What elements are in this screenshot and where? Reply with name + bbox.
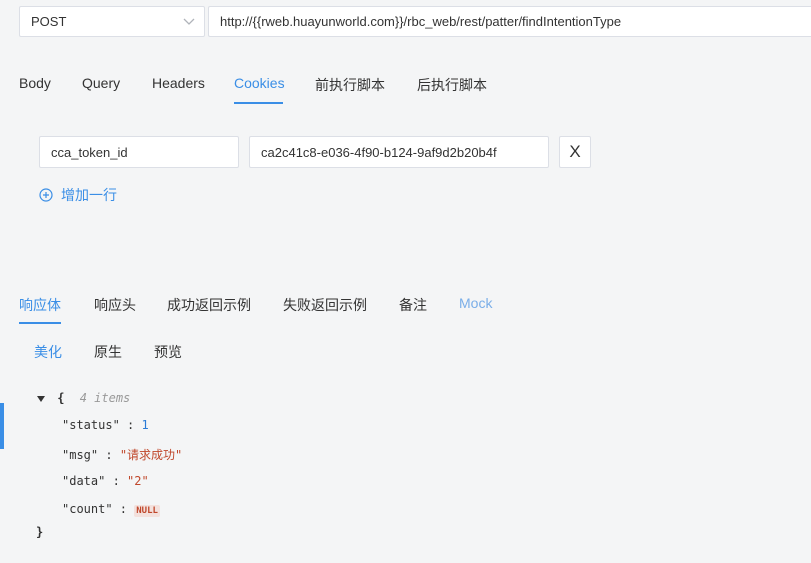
method-value: POST: [31, 14, 67, 29]
tab-beautify[interactable]: 美化: [34, 342, 62, 362]
tab-cookies[interactable]: Cookies: [234, 75, 285, 91]
tab-failure-example[interactable]: 失败返回示例: [283, 295, 367, 315]
tab-response-body[interactable]: 响应体: [19, 295, 61, 315]
add-row-label: 增加一行: [61, 187, 117, 203]
tab-headers[interactable]: Headers: [152, 75, 205, 91]
method-select[interactable]: POST: [19, 6, 205, 37]
json-entry: "count" : NULL: [62, 502, 160, 517]
json-key: "count": [62, 502, 113, 516]
json-key: "data": [62, 474, 106, 488]
json-open-brace: {: [57, 391, 65, 405]
active-tab-indicator: [234, 102, 283, 104]
json-value: 1: [141, 418, 149, 432]
cookie-value-text: ca2c41c8-e036-4f90-b124-9af9d2b20b4f: [261, 144, 497, 160]
collapse-triangle-icon[interactable]: [36, 394, 46, 404]
tab-raw[interactable]: 原生: [94, 342, 122, 362]
json-value: NULL: [134, 505, 160, 517]
response-tab-indicator: [19, 322, 61, 324]
tab-mock[interactable]: Mock: [459, 295, 492, 311]
json-viewer: { 4 items "status" : 1 "msg" : "请求成功" "d…: [0, 380, 811, 563]
json-key: "status": [62, 418, 120, 432]
chevron-down-icon: [183, 18, 195, 25]
tab-response-headers[interactable]: 响应头: [94, 295, 136, 315]
tab-pre-script[interactable]: 前执行脚本: [315, 75, 385, 95]
tab-notes[interactable]: 备注: [399, 295, 427, 315]
cookie-value-input[interactable]: ca2c41c8-e036-4f90-b124-9af9d2b20b4f: [249, 136, 549, 168]
json-entry: "status" : 1: [62, 418, 149, 432]
json-value: "2": [127, 474, 149, 488]
json-items-count: 4 items: [79, 391, 131, 405]
url-input[interactable]: http://{{rweb.huayunworld.com}}/rbc_web/…: [208, 6, 811, 37]
delete-row-label: X: [569, 142, 581, 161]
plus-circle-icon: [39, 188, 53, 202]
json-entry: "msg" : "请求成功": [62, 448, 183, 462]
json-close-brace: }: [36, 525, 44, 539]
url-value: http://{{rweb.huayunworld.com}}/rbc_web/…: [220, 14, 622, 29]
tab-post-script[interactable]: 后执行脚本: [417, 75, 487, 95]
cookie-key-value: cca_token_id: [51, 144, 128, 160]
cookie-key-input[interactable]: cca_token_id: [39, 136, 239, 168]
json-key: "msg": [62, 448, 99, 462]
json-entry: "data" : "2": [62, 474, 149, 488]
tab-body[interactable]: Body: [19, 75, 51, 91]
tab-query[interactable]: Query: [82, 75, 120, 91]
json-value: "请求成功": [119, 448, 183, 462]
delete-row-button[interactable]: X: [559, 136, 591, 168]
tab-success-example[interactable]: 成功返回示例: [167, 295, 251, 315]
add-row-button[interactable]: 增加一行: [39, 185, 117, 205]
tab-preview[interactable]: 预览: [154, 342, 182, 362]
